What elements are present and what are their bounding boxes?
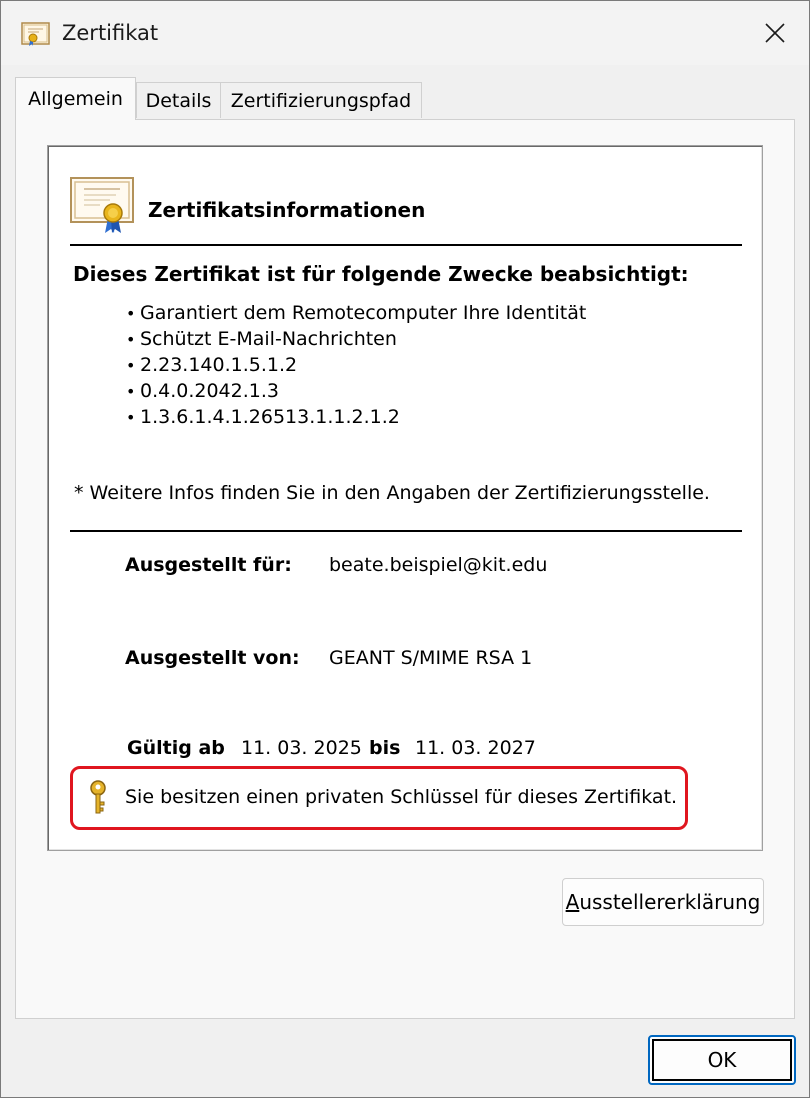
tab-zertifizierungspfad[interactable]: Zertifizierungspfad — [220, 82, 422, 118]
issuer-statement-label: Ausstellererklärung — [565, 890, 761, 914]
valid-to-value: 11. 03. 2027 — [415, 737, 536, 759]
title-bar: Zertifikat — [1, 1, 809, 65]
certificate-icon — [21, 21, 51, 47]
divider — [70, 530, 742, 532]
list-item: • Garantiert dem Remotecomputer Ihre Iden… — [126, 302, 587, 324]
valid-to-label: bis — [369, 737, 401, 759]
certificate-dialog: Zertifikat Allgemein Details Zertifizier… — [0, 0, 810, 1098]
tab-details[interactable]: Details — [136, 82, 221, 118]
issued-to-label: Ausgestellt für: — [125, 554, 292, 576]
valid-from-label: Gültig ab — [127, 737, 225, 759]
info-note: * Weitere Infos finden Sie in den Angabe… — [74, 482, 710, 504]
info-heading: Zertifikatsinformationen — [148, 198, 426, 222]
ok-label: OK — [707, 1048, 737, 1072]
ok-button[interactable]: OK — [648, 1035, 796, 1085]
list-item: • 1.3.6.1.4.1.26513.1.1.2.1.2 — [126, 406, 400, 428]
tab-strip: Allgemein Details Zertifizierungspfad — [15, 77, 795, 120]
private-key-notice: Sie besitzen einen privaten Schlüssel fü… — [70, 766, 688, 830]
window-title: Zertifikat — [62, 21, 159, 45]
purposes-list: • Garantiert dem Remotecomputer Ihre Iden… — [126, 300, 586, 430]
key-icon — [87, 780, 109, 816]
issued-by-value: GEANT S/MIME RSA 1 — [329, 647, 533, 669]
issuer-statement-button[interactable]: Ausstellererklärung — [562, 878, 764, 926]
certificate-info-box: Zertifikatsinformationen Dieses Zertifik… — [47, 145, 763, 851]
purposes-title: Dieses Zertifikat ist für folgende Zweck… — [73, 262, 689, 286]
tab-allgemein[interactable]: Allgemein — [15, 77, 136, 120]
list-item: • 2.23.140.1.5.1.2 — [126, 354, 298, 376]
private-key-text: Sie besitzen einen privaten Schlüssel fü… — [125, 786, 678, 808]
close-icon — [765, 23, 785, 43]
list-item: • Schützt E-Mail-Nachrichten — [126, 328, 397, 350]
issued-by-label: Ausgestellt von: — [125, 647, 300, 669]
list-item: • 0.4.0.2042.1.3 — [126, 380, 279, 402]
close-button[interactable] — [753, 11, 797, 55]
divider — [70, 244, 742, 246]
certificate-icon — [70, 176, 136, 234]
valid-from-value: 11. 03. 2025 — [241, 737, 362, 759]
issued-to-value: beate.beispiel@kit.edu — [329, 554, 548, 576]
